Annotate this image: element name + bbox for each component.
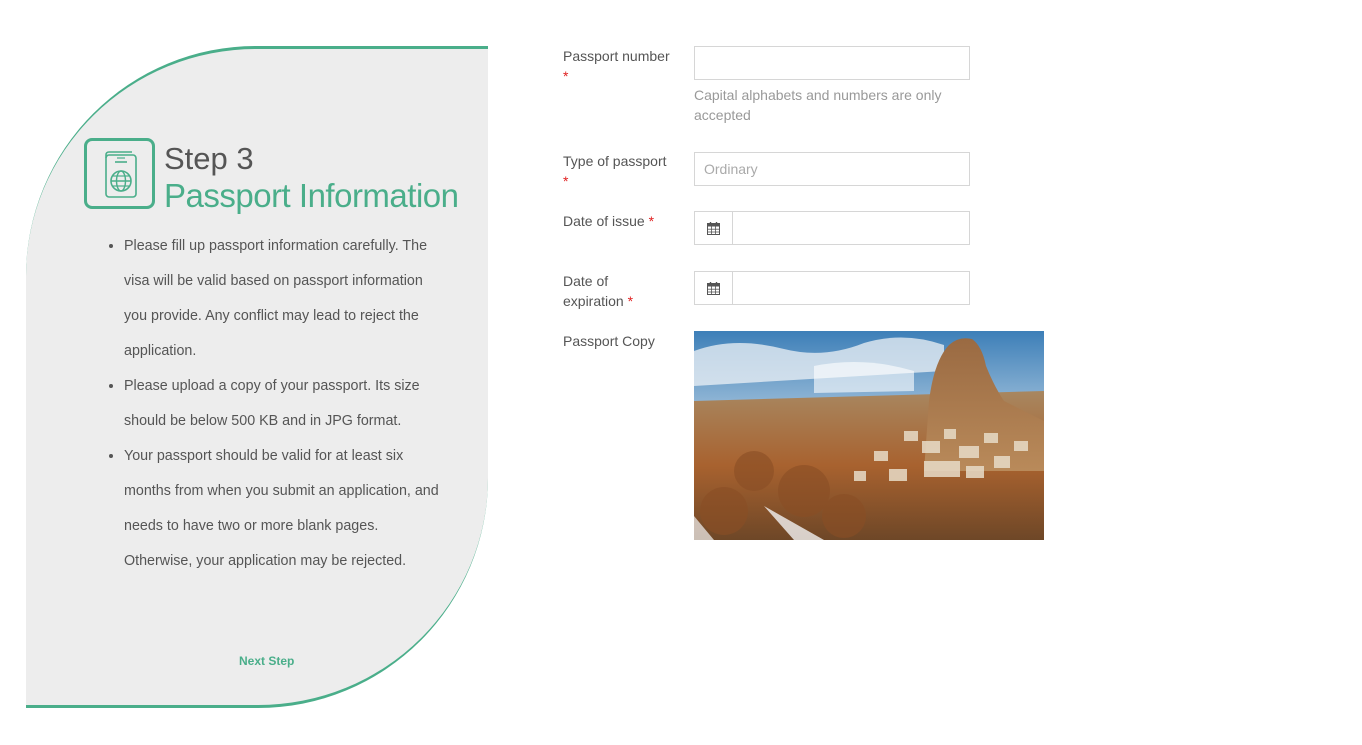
passport-copy-label: Passport Copy <box>563 333 655 349</box>
passport-number-input[interactable] <box>694 46 970 80</box>
instruction-item: Please upload a copy of your passport. I… <box>124 369 444 439</box>
passport-copy-image[interactable] <box>694 331 1044 540</box>
calendar-icon[interactable] <box>695 212 733 244</box>
next-step-link[interactable]: Next Step <box>239 654 294 668</box>
instructions-list: Please fill up passport information care… <box>104 229 444 579</box>
date-of-expiration-label-line2: expiration <box>563 293 624 309</box>
instruction-item: Your passport should be valid for at lea… <box>124 439 444 579</box>
required-mark: * <box>563 173 569 189</box>
date-of-issue-input[interactable] <box>733 212 969 244</box>
required-mark: * <box>648 213 655 229</box>
passport-number-label: Passport number * <box>563 46 670 86</box>
required-mark: * <box>627 293 634 309</box>
date-of-expiration-input[interactable] <box>733 272 969 304</box>
date-of-issue-label: Date of issue * <box>563 211 654 231</box>
date-of-expiration-label-line1: Date of <box>563 273 609 289</box>
date-of-expiration-field[interactable] <box>694 271 970 305</box>
passport-type-label-text: Type of passport <box>563 153 667 169</box>
passport-icon <box>84 138 155 209</box>
date-of-expiration-label: Date of expiration * <box>563 271 633 311</box>
passport-number-label-text: Passport number <box>563 48 670 64</box>
step-title: Passport Information <box>164 177 459 214</box>
instruction-item: Please fill up passport information care… <box>124 229 444 369</box>
step-number: Step 3 <box>164 141 254 176</box>
required-mark: * <box>563 68 569 84</box>
passport-type-label: Type of passport * <box>563 151 667 191</box>
date-of-issue-label-text: Date of issue <box>563 213 645 229</box>
passport-type-input[interactable]: Ordinary <box>694 152 970 186</box>
calendar-icon[interactable] <box>695 272 733 304</box>
passport-number-help: Capital alphabets and numbers are only a… <box>694 87 942 123</box>
date-of-issue-field[interactable] <box>694 211 970 245</box>
